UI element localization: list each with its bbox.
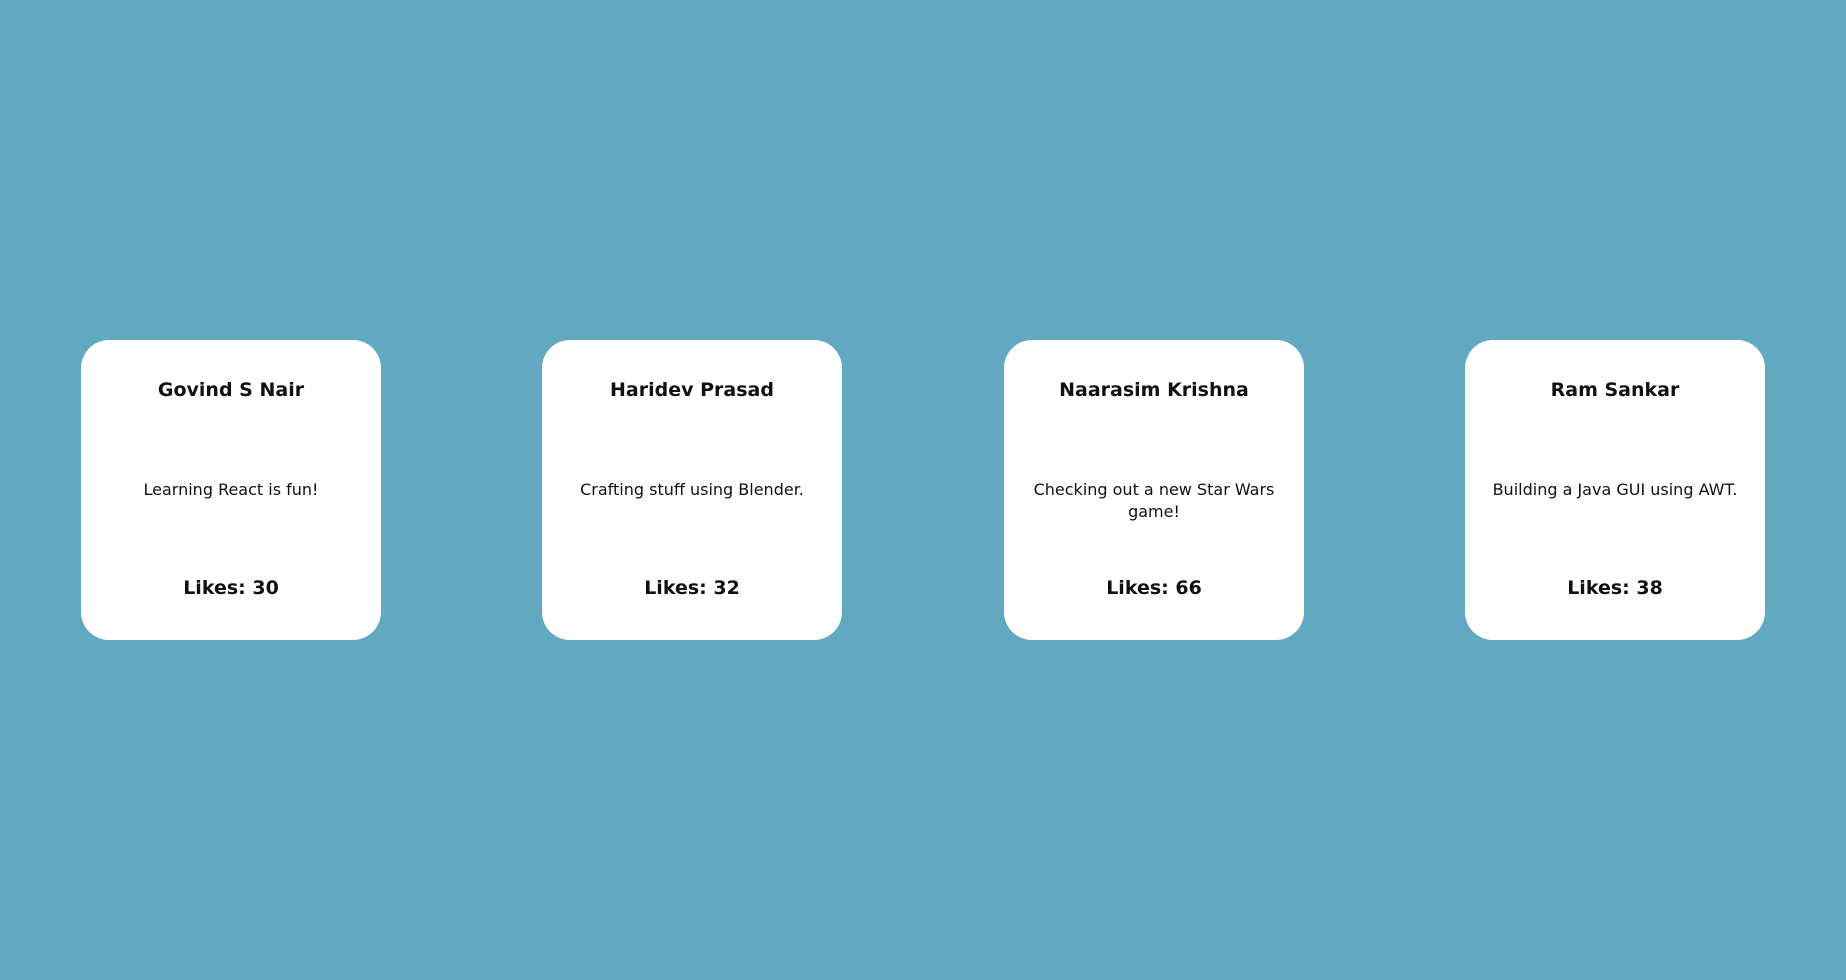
post-message: Learning React is fun! [143, 480, 319, 499]
post-likes-count: Likes: 32 [644, 577, 740, 599]
post-likes-count: Likes: 38 [1567, 577, 1663, 599]
post-author-name: Govind S Nair [157, 379, 305, 401]
post-card: Haridev Prasad Crafting stuff using Blen… [542, 340, 842, 640]
page-background: { "cards": [ {"name": "Govind S Nair", "… [0, 0, 1846, 980]
post-message: Crafting stuff using Blender. [580, 480, 804, 499]
post-card-list: Govind S Nair Learning React is fun! Lik… [0, 340, 1846, 640]
post-message: Checking out a new Star Wars game! [1033, 480, 1275, 521]
post-message: Building a Java GUI using AWT. [1492, 480, 1738, 499]
post-author-name: Haridev Prasad [610, 379, 774, 401]
post-card: Govind S Nair Learning React is fun! Lik… [81, 340, 381, 640]
post-likes-count: Likes: 66 [1106, 577, 1202, 599]
post-likes-count: Likes: 30 [183, 577, 279, 599]
post-card: Naarasim Krishna Checking out a new Star… [1004, 340, 1304, 640]
post-card: Ram Sankar Building a Java GUI using AWT… [1465, 340, 1765, 640]
post-author-name: Naarasim Krishna [1059, 379, 1249, 401]
post-author-name: Ram Sankar [1550, 379, 1680, 401]
